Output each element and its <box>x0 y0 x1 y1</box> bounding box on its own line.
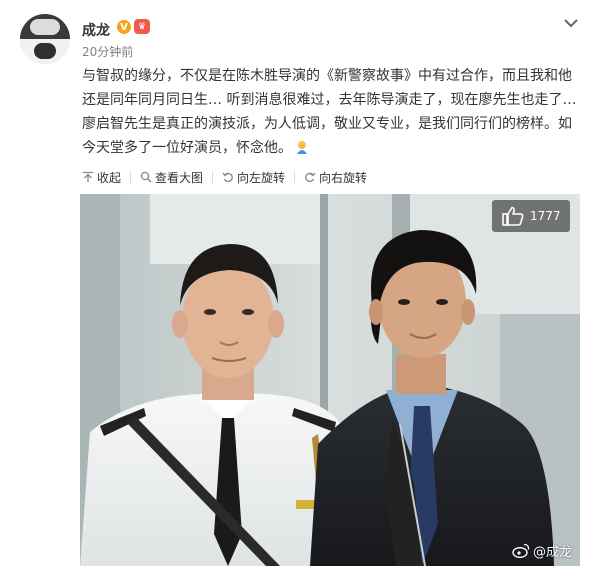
avatar-face-top <box>30 19 60 35</box>
rotate-right-label: 向右旋转 <box>319 170 368 185</box>
rotate-right-icon <box>305 172 316 183</box>
collapse-button[interactable]: 收起 <box>82 169 121 186</box>
post-image[interactable]: 1777 @成龙 <box>80 194 580 566</box>
toolbar-divider <box>294 171 296 183</box>
post-text-line: 今天堂多了一位好演员，怀念他。 <box>82 136 582 160</box>
collapse-label: 收起 <box>97 170 122 185</box>
post-text-line-content: 今天堂多了一位好演员，怀念他。 <box>82 140 292 156</box>
image-watermark: @成龙 <box>512 541 572 560</box>
toolbar-divider <box>130 171 132 183</box>
chevron-down-icon[interactable] <box>562 14 580 32</box>
praying-emoji-icon <box>297 141 307 154</box>
like-count: 1777 <box>530 209 561 223</box>
view-large-button[interactable]: 查看大图 <box>140 169 203 186</box>
post-text-line: 与智叔的缘分，不仅是在陈木胜导演的《新警察故事》中有过合作，而且我和他 <box>82 68 572 84</box>
rotate-left-icon <box>222 172 233 183</box>
watermark-text: @成龙 <box>532 545 572 560</box>
thumbs-up-icon <box>502 206 524 226</box>
view-large-label: 查看大图 <box>155 170 204 185</box>
rotate-left-label: 向左旋转 <box>237 170 286 185</box>
post-image-illustration <box>80 194 580 566</box>
post-text: 与智叔的缘分，不仅是在陈木胜导演的《新警察故事》中有过合作，而且我和他 还是同年… <box>82 64 582 160</box>
image-toolbar: 收起 查看大图 向左旋转 向右旋转 <box>82 167 580 187</box>
avatar[interactable] <box>20 14 70 64</box>
toolbar-divider <box>212 171 214 183</box>
username[interactable]: 成龙 <box>82 20 110 40</box>
search-icon <box>140 171 152 183</box>
rotate-left-button[interactable]: 向左旋转 <box>222 169 285 186</box>
weibo-logo-icon <box>512 543 530 558</box>
collapse-arrow-icon <box>83 171 93 182</box>
verified-badge-icon: V <box>117 20 131 34</box>
post-timestamp[interactable]: 20分钟前 <box>82 43 133 60</box>
post-text-line: 还是同年同月同日生… 听到消息很难过，去年陈导演走了，现在廖先生也走了… <box>82 92 577 108</box>
post-text-line: 廖启智先生是真正的演技派，为人低调，敬业又专业，是我们同行们的榜样。如 <box>82 116 572 132</box>
vip-crown-icon: ♛ <box>134 19 150 34</box>
like-badge[interactable]: 1777 <box>492 200 570 232</box>
avatar-face-bottom <box>34 43 56 59</box>
rotate-right-button[interactable]: 向右旋转 <box>304 169 367 186</box>
